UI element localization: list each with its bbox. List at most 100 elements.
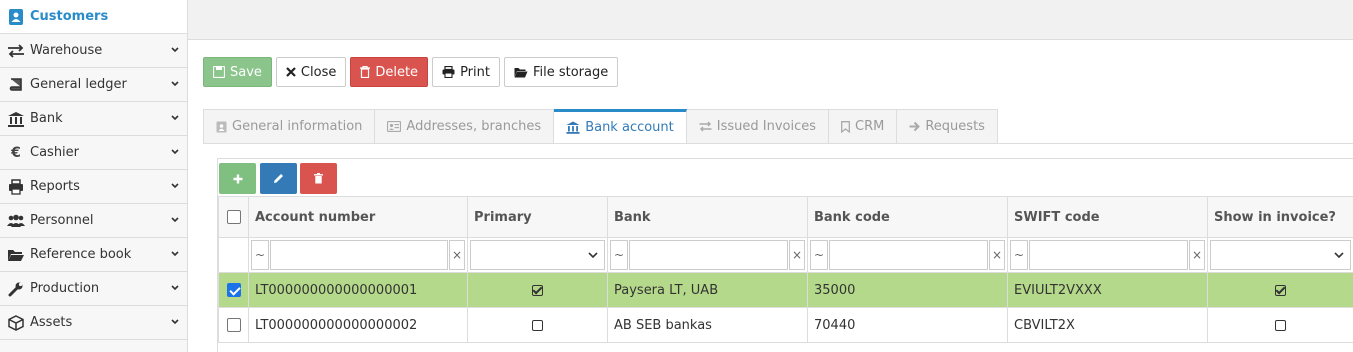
sidebar-item-cashier[interactable]: € Cashier [0, 136, 187, 170]
wrench-icon [6, 280, 26, 298]
id-card-icon [216, 121, 227, 132]
select-all-checkbox[interactable] [226, 210, 241, 224]
filter-show-in-invoice [1207, 237, 1353, 273]
tab-bank-account[interactable]: Bank account [554, 109, 687, 144]
filter-clear-button[interactable]: × [989, 240, 1005, 270]
tab-bar: General information Addresses, branches … [203, 109, 998, 144]
pencil-icon [274, 174, 283, 183]
filter-account-number: ~ × [248, 237, 468, 273]
cell-primary [467, 272, 608, 308]
sidebar-item-reports[interactable]: Reports [0, 170, 187, 204]
sidebar-item-label: Assets [30, 315, 73, 330]
grid-header-row: Account number Primary Bank Bank code SW… [218, 196, 1353, 238]
cell-bank: Paysera LT, UAB [607, 272, 808, 308]
sidebar-item-warehouse[interactable]: Warehouse [0, 34, 187, 68]
sidebar-item-general-ledger[interactable]: General ledger [0, 68, 187, 102]
chevron-down-icon [588, 252, 598, 259]
column-header-account-number[interactable]: Account number [248, 196, 468, 238]
top-bar [188, 0, 1353, 40]
tab-addresses-branches[interactable]: Addresses, branches [375, 109, 555, 144]
bookmark-icon [841, 120, 850, 133]
tab-label: General information [232, 119, 363, 134]
select-all-cell [218, 196, 249, 238]
tab-requests[interactable]: Requests [897, 109, 998, 144]
cell-show-in-invoice [1207, 307, 1353, 343]
tab-general-information[interactable]: General information [203, 109, 376, 144]
sidebar-item-personnel[interactable]: Personnel [0, 204, 187, 238]
filter-spacer [218, 237, 249, 273]
column-header-primary[interactable]: Primary [467, 196, 608, 238]
filter-primary-select[interactable] [470, 240, 605, 270]
sidebar-item-label: Reference book [30, 247, 132, 262]
table-row[interactable]: LT000000000000000002 AB SEB bankas 70440… [218, 307, 1353, 343]
delete-button[interactable]: Delete [350, 57, 429, 87]
print-label: Print [460, 64, 490, 80]
cube-icon [6, 314, 26, 332]
filter-swift-code-input[interactable] [1029, 240, 1188, 270]
filter-account-number-input[interactable] [270, 240, 448, 270]
chevron-down-icon [171, 183, 179, 189]
sidebar-item-label: Reports [30, 179, 80, 194]
save-label: Save [230, 64, 262, 80]
row-checkbox[interactable] [226, 283, 241, 297]
column-header-bank-code[interactable]: Bank code [807, 196, 1008, 238]
sidebar-item-production[interactable]: Production [0, 272, 187, 306]
chevron-down-icon [1334, 252, 1344, 259]
close-button[interactable]: Close [275, 57, 347, 87]
grid-filter-row: ~ × ~ × ~ × ~ × [218, 237, 1353, 273]
delete-label: Delete [375, 64, 419, 80]
sidebar-item-label: General ledger [30, 77, 127, 92]
check-square-icon [532, 284, 543, 296]
chevron-down-icon [171, 285, 179, 291]
column-header-swift-code[interactable]: SWIFT code [1007, 196, 1208, 238]
tab-label: Requests [925, 119, 985, 134]
column-header-bank[interactable]: Bank [607, 196, 808, 238]
chevron-down-icon [171, 251, 179, 257]
table-row[interactable]: LT000000000000000001 Paysera LT, UAB 350… [218, 272, 1353, 308]
exchange-icon [699, 121, 712, 132]
chevron-down-icon [171, 115, 179, 121]
sidebar-item-reference-book[interactable]: Reference book [0, 238, 187, 272]
filter-bank-code-input[interactable] [829, 240, 988, 270]
tab-label: Addresses, branches [406, 119, 542, 134]
sidebar-item-bank[interactable]: Bank [0, 102, 187, 136]
delete-row-button[interactable] [300, 163, 337, 194]
sidebar-item-label: Cashier [30, 145, 80, 160]
filter-operator-button[interactable]: ~ [810, 240, 828, 270]
folder-open-icon [514, 67, 528, 77]
tab-issued-invoices[interactable]: Issued Invoices [686, 109, 830, 144]
edit-row-button[interactable] [260, 163, 297, 194]
filter-show-in-invoice-select[interactable] [1210, 240, 1351, 270]
column-header-show-in-invoice[interactable]: Show in invoice? [1207, 196, 1353, 238]
row-checkbox[interactable] [226, 318, 241, 332]
file-storage-button[interactable]: File storage [503, 57, 619, 87]
close-icon [286, 67, 296, 77]
filter-operator-button[interactable]: ~ [1010, 240, 1028, 270]
square-icon [1275, 319, 1286, 331]
filter-operator-button[interactable]: ~ [251, 240, 269, 270]
filter-clear-button[interactable]: × [789, 240, 805, 270]
filter-clear-button[interactable]: × [1189, 240, 1205, 270]
sidebar-item-assets[interactable]: Assets [0, 306, 187, 340]
tab-label: Bank account [585, 120, 674, 135]
sidebar-item-label: Bank [30, 111, 63, 126]
tab-crm[interactable]: CRM [829, 109, 898, 144]
save-button[interactable]: Save [203, 57, 272, 87]
file-storage-label: File storage [532, 64, 609, 80]
print-button[interactable]: Print [432, 57, 500, 87]
filter-bank-input[interactable] [629, 240, 788, 270]
chevron-down-icon [171, 81, 179, 87]
arrow-right-icon [909, 121, 921, 132]
sidebar-item-customers[interactable]: Customers [0, 0, 187, 34]
filter-bank: ~ × [607, 237, 808, 273]
cell-swift-code: EVIULT2VXXX [1007, 272, 1208, 308]
filter-clear-button[interactable]: × [449, 240, 465, 270]
cell-account-number: LT000000000000000001 [248, 272, 468, 308]
filter-operator-button[interactable]: ~ [610, 240, 628, 270]
cell-account-number: LT000000000000000002 [248, 307, 468, 343]
add-row-button[interactable] [219, 163, 256, 194]
sidebar-item-label: Customers [30, 9, 109, 24]
trash-icon [314, 173, 323, 184]
euro-icon: € [11, 144, 21, 161]
row-select-cell [218, 272, 249, 308]
